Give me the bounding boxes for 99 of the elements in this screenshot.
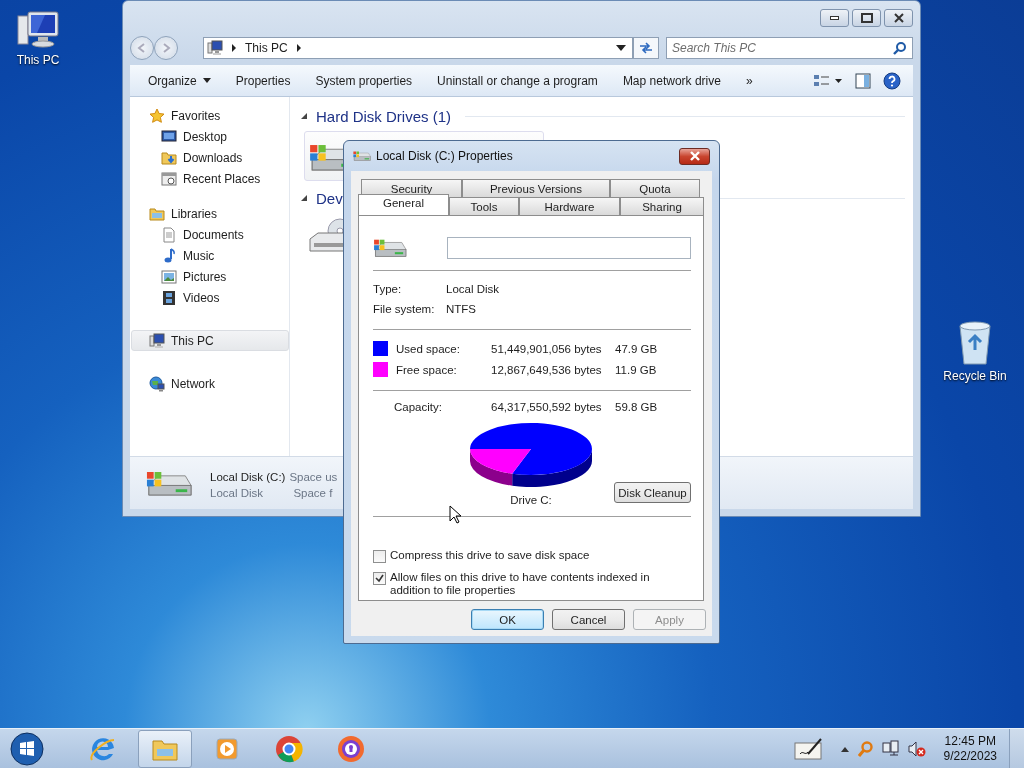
caret-icon: [202, 78, 211, 83]
sidebar-item[interactable]: Pictures: [131, 266, 289, 287]
window-icon: [161, 170, 177, 187]
byte-count: 12,867,649,536 bytes: [491, 363, 603, 376]
dialog-button[interactable]: Cancel: [552, 609, 625, 630]
refresh-icon: [638, 41, 654, 55]
disk-cleanup-button[interactable]: Disk Cleanup: [614, 482, 691, 503]
computer-icon: [207, 40, 223, 56]
checkbox[interactable]: [373, 572, 386, 585]
computer-icon: [16, 10, 60, 50]
details-label: Space us: [289, 471, 338, 483]
field-label: Free space:: [396, 363, 457, 376]
breadcrumb-arrow-icon: [230, 43, 238, 53]
start-button[interactable]: [10, 730, 46, 767]
desktop-icon-label[interactable]: This PC: [16, 53, 60, 67]
muted-speaker-icon: [907, 739, 926, 758]
toolbar-button[interactable]: Map network drive: [608, 68, 732, 93]
field-value: Local Disk: [446, 283, 500, 295]
checkbox-label[interactable]: Compress this drive to save disk space: [390, 549, 590, 562]
chrome-icon: [274, 733, 304, 764]
address-bar[interactable]: This PC: [203, 37, 633, 59]
dropdown-caret-icon: [616, 45, 626, 51]
sidebar-item[interactable]: This PC: [131, 330, 289, 351]
download-folder-icon: [161, 149, 177, 166]
hard-drive-icon: [373, 239, 407, 257]
byte-count: 64,317,550,592 bytes: [491, 400, 603, 413]
clock-time[interactable]: 12:45 PM: [944, 733, 996, 749]
tab[interactable]: Security: [361, 179, 463, 197]
field-label: File system:: [373, 303, 436, 315]
group-header[interactable]: Hard Disk Drives (1): [316, 107, 451, 125]
star-icon: [149, 107, 165, 124]
search-icon: [893, 41, 907, 55]
drive-caption: Drive C:: [510, 494, 552, 506]
checkbox-label[interactable]: Allow files on this drive to have contents indexed in addition to file properties: [390, 571, 691, 597]
sidebar-item[interactable]: Network: [131, 373, 289, 394]
tab[interactable]: Sharing: [620, 197, 704, 215]
sidebar-item[interactable]: Downloads: [131, 147, 289, 168]
toolbar-button[interactable]: System properties: [301, 68, 424, 93]
field-value: NTFS: [446, 303, 477, 315]
collapse-arrow-icon: [300, 194, 308, 202]
details-type: Local Disk: [210, 487, 265, 499]
field-label: Type:: [373, 283, 403, 295]
close-icon: [687, 151, 702, 161]
sidebar-item[interactable]: Favorites: [131, 105, 289, 126]
maximize-button[interactable]: [852, 9, 881, 27]
byte-count: 51,449,901,056 bytes: [491, 342, 603, 355]
folder-icon: [149, 205, 165, 222]
clock-date[interactable]: 9/22/2023: [943, 748, 997, 764]
field-label: Capacity:: [393, 400, 442, 413]
sidebar-item[interactable]: Videos: [131, 287, 289, 308]
preview-pane-icon: [855, 72, 871, 89]
breadcrumb-arrow-icon: [294, 43, 303, 53]
toolbar-button[interactable]: »: [731, 68, 764, 93]
tab[interactable]: Quota: [609, 179, 700, 197]
globe-icon: [149, 375, 165, 392]
toolbar-button[interactable]: Uninstall or change a program: [423, 68, 609, 93]
sidebar-item[interactable]: Documents: [131, 224, 289, 245]
computer-icon: [149, 332, 165, 349]
help-icon: [883, 71, 901, 90]
film-icon: [161, 289, 177, 306]
details-name: Local Disk (C:): [210, 471, 286, 483]
network-icon: [881, 739, 900, 758]
sidebar-item[interactable]: Libraries: [131, 203, 289, 224]
refresh-button[interactable]: [633, 37, 659, 59]
close-button[interactable]: [884, 9, 913, 27]
tab[interactable]: Tools: [449, 197, 519, 215]
size-value: 59.8 GB: [615, 400, 659, 413]
dialog-title: Local Disk (C:) Properties: [376, 149, 513, 163]
collapse-arrow-icon: [300, 112, 308, 120]
picture-icon: [161, 268, 177, 285]
dialog-button[interactable]: OK: [471, 609, 544, 630]
organize-menu[interactable]: Organize: [134, 68, 222, 93]
tab[interactable]: General: [358, 194, 449, 215]
sidebar-item[interactable]: Music: [131, 245, 289, 266]
search-field[interactable]: Search This PC: [666, 37, 913, 59]
sidebar-item[interactable]: Desktop: [131, 126, 289, 147]
hard-drive-icon: [146, 470, 192, 496]
tab[interactable]: Hardware: [519, 197, 620, 215]
mouse-cursor-icon: [449, 505, 463, 525]
minimize-button[interactable]: [820, 9, 849, 27]
drive-label-field[interactable]: [447, 237, 691, 259]
size-value: 11.9 GB: [615, 363, 658, 376]
breadcrumb[interactable]: This PC: [245, 41, 288, 55]
desktop-icon-label[interactable]: Recycle Bin: [943, 369, 1007, 383]
minimize-icon: [830, 16, 839, 20]
magnifier-icon: [857, 740, 874, 757]
field-label: Used space:: [396, 342, 460, 355]
close-button[interactable]: [679, 147, 710, 165]
details-label: Space f: [292, 487, 334, 499]
toolbar-button[interactable]: Properties: [221, 68, 302, 93]
checkmark-icon: [375, 574, 384, 583]
monitor-icon: [161, 128, 177, 145]
size-value: 47.9 GB: [615, 342, 659, 355]
document-icon: [161, 226, 177, 243]
view-options-icon: [813, 73, 843, 88]
tab[interactable]: Previous Versions: [462, 179, 610, 197]
sidebar-item[interactable]: Recent Places: [131, 168, 289, 189]
checkbox[interactable]: [373, 550, 386, 563]
maximize-icon: [858, 11, 875, 25]
